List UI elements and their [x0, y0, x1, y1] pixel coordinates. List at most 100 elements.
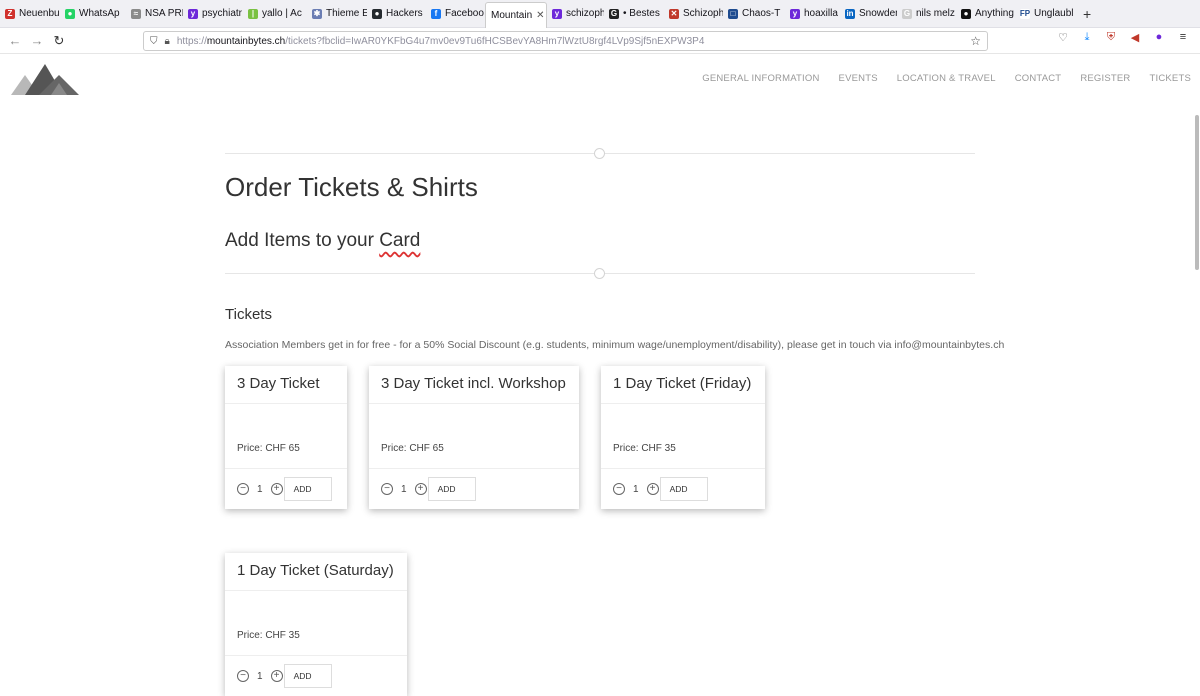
ticket-name: 1 Day Ticket (Saturday)	[225, 553, 407, 591]
url-scheme: https://	[176, 35, 207, 47]
increase-quantity-icon[interactable]: +	[414, 483, 427, 495]
reload-icon[interactable]: ↻	[48, 33, 70, 49]
browser-tab[interactable]: FP Unglaubl	[1015, 0, 1075, 28]
tab-label: Snowden	[859, 8, 897, 19]
add-button[interactable]: ADD	[283, 664, 332, 688]
tab-label: schizoph	[566, 8, 604, 19]
url-bar[interactable]: ⛉ 🔒︎ https:// mountainbytes.ch /tickets?…	[143, 31, 988, 51]
browser-tab[interactable]: ≈ NSA PRI	[126, 0, 183, 28]
browser-tab[interactable]: y schizoph	[547, 0, 604, 28]
tab-favicon-icon: FP	[1019, 8, 1031, 19]
browser-tab[interactable]: ● Anything	[956, 0, 1015, 28]
tab-label: hoaxilla	[804, 8, 838, 19]
decrease-quantity-icon[interactable]: −	[613, 483, 625, 495]
browser-tab[interactable]: ✕ Schizoph	[664, 0, 723, 28]
ticket-actions: − 1 + ADD	[225, 655, 407, 696]
tab-label: Schizoph	[683, 8, 723, 19]
url-domain: mountainbytes.ch	[206, 35, 286, 47]
ticket-name: 1 Day Ticket (Friday)	[601, 366, 765, 404]
mountain-logo-icon[interactable]	[11, 61, 79, 95]
pocket-icon[interactable]: ♡	[1056, 31, 1070, 44]
ticket-price: Price: CHF 35	[613, 443, 676, 454]
add-button[interactable]: ADD	[283, 477, 332, 501]
ticket-quantity: 1	[257, 483, 263, 495]
tab-favicon-icon: Z	[5, 8, 15, 19]
browser-tab[interactable]: f Faceboo	[426, 0, 485, 28]
ublock-icon[interactable]: ⛨	[1104, 31, 1118, 44]
discount-note: Association Members get in for free - fo…	[225, 339, 1005, 351]
tab-label: nils melz	[916, 8, 955, 19]
page-content: GENERAL INFORMATION EVENTS LOCATION & TRAV…	[0, 55, 1200, 696]
extension-icon[interactable]: ●	[1152, 31, 1166, 44]
tab-label: WhatsAp	[79, 8, 120, 19]
browser-tab[interactable]: G • Bestes	[604, 0, 664, 28]
tab-label: Unglaubl	[1034, 8, 1074, 19]
tab-label: psychiatr	[202, 8, 243, 19]
nav-link-location-travel[interactable]: LOCATION & TRAVEL	[897, 73, 996, 84]
nav-link-events[interactable]: EVENTS	[839, 73, 878, 84]
add-button[interactable]: ADD	[427, 477, 476, 501]
tab-favicon-icon: ✱	[312, 8, 322, 19]
browser-tab[interactable]: □ Chaos-T	[723, 0, 785, 28]
ticket-card: 1 Day Ticket (Friday) Price: CHF 35 − 1 …	[601, 366, 765, 509]
tab-favicon-icon: ✕	[669, 8, 679, 19]
ticket-quantity: 1	[401, 483, 407, 495]
add-button[interactable]: ADD	[659, 477, 708, 501]
downloads-icon[interactable]: ⤓	[1080, 31, 1094, 44]
browser-tab[interactable]: in Snowden	[840, 0, 897, 28]
lock-icon[interactable]: 🔒︎	[165, 36, 170, 47]
nav-link-general-information[interactable]: GENERAL INFORMATION	[702, 73, 819, 84]
browser-tab[interactable]: Mountain ✕	[485, 1, 547, 28]
tab-favicon-icon: in	[845, 8, 855, 19]
increase-quantity-icon[interactable]: +	[646, 483, 659, 495]
tab-favicon-icon: G	[902, 8, 912, 19]
ticket-quantity: 1	[633, 483, 639, 495]
ticket-price: Price: CHF 65	[381, 443, 444, 454]
tab-favicon-icon: ●	[372, 8, 382, 19]
page-subtitle: Add Items to your Card	[225, 230, 421, 251]
ticket-price: Price: CHF 35	[237, 630, 300, 641]
nav-link-tickets[interactable]: TICKETS	[1149, 73, 1191, 84]
shield-icon[interactable]: ⛉	[150, 36, 158, 47]
ticket-name: 3 Day Ticket incl. Workshop	[369, 366, 579, 404]
nav-link-register[interactable]: REGISTER	[1080, 73, 1130, 84]
ticket-actions: − 1 + ADD	[601, 468, 765, 509]
browser-tab[interactable]: | yallo | Ac	[243, 0, 307, 28]
browser-tab[interactable]: y psychiatr	[183, 0, 243, 28]
browser-tab[interactable]: ✱ Thieme E	[307, 0, 367, 28]
decrease-quantity-icon[interactable]: −	[237, 670, 249, 682]
browser-tab[interactable]: ● Hackers	[367, 0, 426, 28]
browser-tab[interactable]: Gnils melz	[897, 0, 956, 28]
tab-label: • Bestes	[623, 8, 660, 19]
tab-label: Anything	[975, 8, 1014, 19]
nav-link-contact[interactable]: CONTACT	[1015, 73, 1062, 84]
tab-label: yallo | Ac	[262, 8, 302, 19]
tab-favicon-icon: G	[609, 8, 619, 19]
tab-favicon-icon: □	[728, 8, 738, 19]
menu-icon[interactable]: ≡	[1176, 31, 1190, 44]
tab-label: Hackers	[386, 8, 423, 19]
ticket-actions: − 1 + ADD	[369, 468, 579, 509]
decrease-quantity-icon[interactable]: −	[381, 483, 393, 495]
ticket-name: 3 Day Ticket	[225, 366, 347, 404]
tab-label: Mountain	[491, 9, 533, 21]
forward-icon[interactable]: →	[26, 33, 48, 48]
ticket-card: 1 Day Ticket (Saturday) Price: CHF 35 − …	[225, 553, 407, 696]
section-title: Tickets	[225, 306, 272, 323]
ticket-price: Price: CHF 65	[237, 443, 300, 454]
browser-tab[interactable]: Z Neuenbu	[0, 0, 60, 28]
bookmark-star-icon[interactable]: ☆	[970, 34, 981, 48]
new-tab-icon[interactable]: +	[1075, 6, 1099, 22]
browser-tab[interactable]: ● WhatsAp	[60, 0, 126, 28]
tab-favicon-icon: ≈	[131, 8, 141, 19]
increase-quantity-icon[interactable]: +	[270, 483, 283, 495]
browser-tab[interactable]: y hoaxilla	[785, 0, 840, 28]
increase-quantity-icon[interactable]: +	[270, 670, 283, 682]
close-tab-icon[interactable]: ✕	[536, 10, 544, 21]
decrease-quantity-icon[interactable]: −	[237, 483, 249, 495]
divider	[225, 148, 975, 159]
scrollbar[interactable]	[1195, 115, 1199, 270]
megaphone-icon[interactable]: ◀	[1128, 31, 1142, 44]
main-navigation: GENERAL INFORMATION EVENTS LOCATION & TRAV…	[702, 73, 1191, 84]
back-icon[interactable]: ←	[4, 33, 26, 48]
